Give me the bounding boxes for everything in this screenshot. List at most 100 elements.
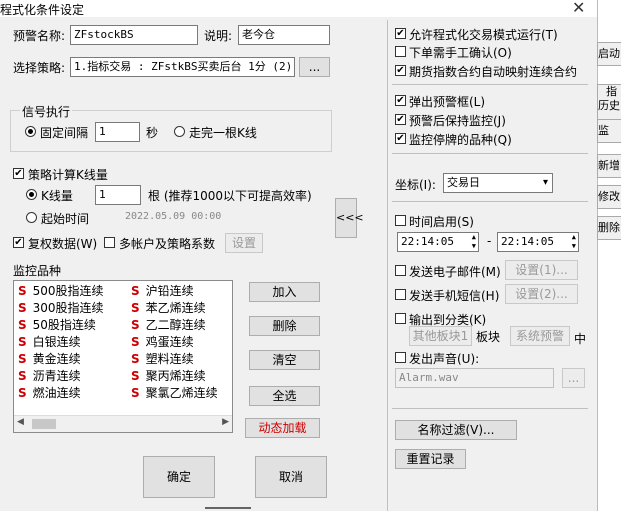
multi-account-settings-button[interactable]: 设置 xyxy=(225,233,263,253)
window-title: 程式化条件设定 xyxy=(0,3,85,17)
stock-type-marker: S xyxy=(131,301,140,315)
send-sms-label: 发送手机短信(H) xyxy=(409,289,500,303)
scroll-thumb[interactable] xyxy=(32,419,56,429)
stock-type-marker: S xyxy=(131,318,140,332)
block-label: 板块 xyxy=(476,330,501,344)
strategy-input[interactable]: 1.指标交易 : ZFstkBS买卖后台 1分 (2) xyxy=(70,57,295,77)
fixed-interval-input[interactable]: 1 xyxy=(95,122,140,142)
alert-name-input[interactable]: ZFstockBS xyxy=(70,25,198,45)
start-time-input[interactable]: 2022.05.09 00:00:00 xyxy=(122,208,222,228)
output-category-checkbox[interactable] xyxy=(395,313,406,324)
list-item[interactable]: S 50股指连续 xyxy=(18,317,104,334)
fixed-interval-label: 固定间隔 xyxy=(40,126,89,140)
list-item[interactable]: S 500股指连续 xyxy=(18,283,104,300)
multi-account-checkbox[interactable] xyxy=(104,237,115,248)
kbars-radio[interactable] xyxy=(26,189,37,200)
separator-3 xyxy=(392,201,588,202)
list-item[interactable]: S 燃油连续 xyxy=(18,385,104,402)
list-item[interactable]: S 沥青连续 xyxy=(18,368,104,385)
seconds-unit: 秒 xyxy=(146,126,159,140)
spinner-icon[interactable]: ▲ ▼ xyxy=(572,233,576,251)
coord-label: 坐标(I): xyxy=(395,178,436,192)
add-button[interactable]: 加入 xyxy=(249,282,320,302)
send-email-label: 发送电子邮件(M) xyxy=(409,265,501,279)
play-sound-checkbox[interactable] xyxy=(395,352,406,363)
send-sms-checkbox[interactable] xyxy=(395,289,406,300)
list-item[interactable]: S 鸡蛋连续 xyxy=(131,334,218,351)
futures-map-checkbox[interactable]: ✔ xyxy=(395,65,406,76)
list-item[interactable]: S 聚丙烯连续 xyxy=(131,368,218,385)
sms-settings-button[interactable]: 设置(2)... xyxy=(505,284,578,304)
cancel-button[interactable]: 取消 xyxy=(255,456,327,498)
coord-select[interactable]: 交易日 ▾ xyxy=(443,173,553,193)
fixed-interval-radio[interactable] xyxy=(25,126,36,137)
strategy-kbars-checkbox[interactable]: ✔ xyxy=(13,168,24,179)
manual-confirm-label: 下单需手工确认(O) xyxy=(409,46,512,60)
list-item[interactable]: S 乙二醇连续 xyxy=(131,317,218,334)
dynamic-load-button[interactable]: 动态加载 xyxy=(245,418,320,438)
monitor-suspended-label: 监控停牌的品种(Q) xyxy=(409,133,512,147)
close-icon[interactable]: ✕ xyxy=(572,0,585,17)
keep-monitor-checkbox[interactable]: ✔ xyxy=(395,114,406,125)
stock-type-marker: S xyxy=(18,386,27,400)
kbars-label: K线量 xyxy=(41,189,73,203)
time-to-input[interactable]: 22:14:05 ▲ ▼ xyxy=(497,232,579,252)
scroll-right-icon[interactable]: ▶ xyxy=(222,417,229,427)
description-input[interactable]: 老今仓 xyxy=(238,25,330,45)
delete-button[interactable]: 删除 xyxy=(249,316,320,336)
monitor-suspended-checkbox[interactable]: ✔ xyxy=(395,133,406,144)
list-item-label: 乙二醇连续 xyxy=(145,318,206,332)
side-button-start[interactable]: 启动 xyxy=(597,42,621,66)
list-item-label: 50股指连续 xyxy=(32,318,96,332)
sound-file-input[interactable]: Alarm.wav xyxy=(395,368,554,388)
monitor-list[interactable]: S 500股指连续 S 300股指连续 S 50股指连续 S 白银连续 S 黄金连续 S 沥青连续 S 燃… xyxy=(13,280,233,433)
side-button-add[interactable]: 新增 xyxy=(597,154,621,178)
spinner-icon[interactable]: ▲ ▼ xyxy=(472,233,476,251)
list-item[interactable]: S 沪铅连续 xyxy=(131,283,218,300)
time-from-input[interactable]: 22:14:05 ▲ ▼ xyxy=(397,232,479,252)
stock-type-marker: S xyxy=(18,301,27,315)
keep-monitor-label: 预警后保持监控(J) xyxy=(409,114,506,128)
sound-browse-button[interactable]: ... xyxy=(562,368,585,388)
clear-button[interactable]: 清空 xyxy=(249,350,320,370)
manual-confirm-checkbox[interactable] xyxy=(395,46,406,57)
list-item[interactable]: S 黄金连续 xyxy=(18,351,104,368)
list-item[interactable]: S 聚氯乙烯连续 xyxy=(131,385,218,402)
start-time-radio[interactable] xyxy=(26,212,37,223)
list-item-label: 鸡蛋连续 xyxy=(145,335,194,349)
kbars-input[interactable]: 1 xyxy=(95,185,141,205)
send-email-checkbox[interactable] xyxy=(395,265,406,276)
list-item[interactable]: S 300股指连续 xyxy=(18,300,104,317)
select-all-button[interactable]: 全选 xyxy=(249,386,320,406)
time-enable-checkbox[interactable] xyxy=(395,215,406,226)
chevron-down-icon: ▾ xyxy=(542,177,548,188)
list-item[interactable]: S 塑料连续 xyxy=(131,351,218,368)
side-button-history[interactable]: 指 历史 xyxy=(597,84,621,120)
side-button-edit[interactable]: 修改 xyxy=(597,185,621,209)
category-select[interactable]: 其他板块1 xyxy=(409,326,472,346)
ok-button[interactable]: 确定 xyxy=(143,456,215,498)
scroll-left-icon[interactable]: ◀ xyxy=(17,417,24,427)
stock-type-marker: S xyxy=(18,369,27,383)
description-label: 说明: xyxy=(204,29,233,43)
collapse-panel-button[interactable]: <<< xyxy=(335,198,364,238)
coord-select-value: 交易日 xyxy=(447,176,480,189)
play-sound-label: 发出声音(U): xyxy=(409,352,480,366)
strategy-browse-button[interactable]: ... xyxy=(299,57,330,77)
list-item[interactable]: S 苯乙烯连续 xyxy=(131,300,218,317)
adjusted-data-checkbox[interactable]: ✔ xyxy=(13,237,24,248)
email-settings-button[interactable]: 设置(1)... xyxy=(505,260,578,280)
list-item-label: 500股指连续 xyxy=(32,284,104,298)
side-button-delete[interactable]: 删除 xyxy=(597,216,621,240)
reset-log-button[interactable]: 重置记录 xyxy=(395,449,466,469)
kbars-hint: 根 (推荐1000以下可提高效率) xyxy=(148,189,312,203)
start-time-label: 起始时间 xyxy=(41,212,90,226)
system-alert-select[interactable]: 系统预警 xyxy=(510,326,570,346)
popup-alert-checkbox[interactable]: ✔ xyxy=(395,95,406,106)
allow-auto-trade-checkbox[interactable]: ✔ xyxy=(395,28,406,39)
name-filter-button[interactable]: 名称过滤(V)... xyxy=(395,420,517,440)
list-item[interactable]: S 白银连续 xyxy=(18,334,104,351)
side-button-monitor[interactable]: 监 xyxy=(597,119,621,143)
bar-complete-radio[interactable] xyxy=(174,126,185,137)
horizontal-scrollbar[interactable]: ◀ ▶ xyxy=(14,415,232,432)
